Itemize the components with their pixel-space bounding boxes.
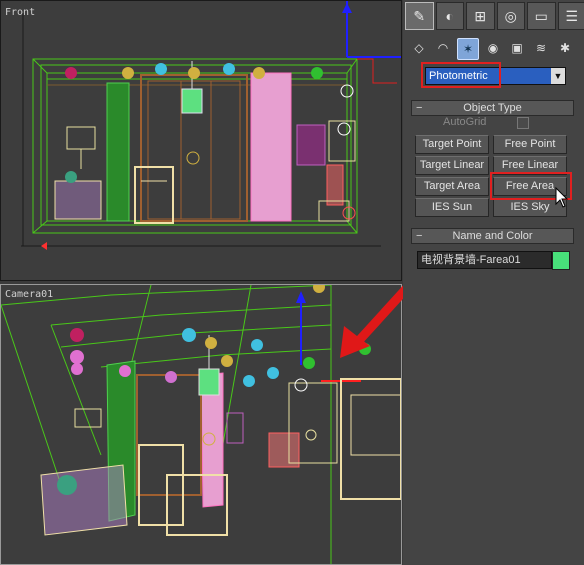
target-linear-button[interactable]: Target Linear	[415, 156, 489, 175]
motion-tab-icon[interactable]: ◎	[496, 2, 525, 30]
name-and-color-title: Name and Color	[452, 230, 533, 242]
autogrid-option[interactable]: AutoGrid	[443, 116, 563, 130]
ies-sun-button[interactable]: IES Sun	[415, 198, 489, 217]
viewport-label-front[interactable]: Front	[5, 7, 35, 18]
object-color-swatch[interactable]	[552, 251, 570, 270]
autogrid-checkbox[interactable]	[517, 117, 529, 129]
create-category-bar: ◇ ◠ ✶ ◉ ▣ ≋ ✱	[409, 38, 579, 60]
mouse-cursor-icon	[555, 187, 569, 208]
command-panel-tabs: ✎ ◐ ⊞ ◎ ▭ ☰	[403, 2, 584, 32]
target-point-button[interactable]: Target Point	[415, 135, 489, 154]
lights-icon[interactable]: ✶	[457, 38, 479, 60]
shapes-icon[interactable]: ◠	[433, 38, 453, 58]
modify-tab-icon[interactable]: ◐	[435, 2, 464, 30]
chevron-down-icon[interactable]: ▼	[551, 68, 565, 84]
object-type-rollout-header[interactable]: − Object Type	[411, 100, 574, 116]
hierarchy-tab-icon[interactable]: ⊞	[466, 2, 495, 30]
name-and-color-rollout-header[interactable]: − Name and Color	[411, 228, 574, 244]
target-area-button[interactable]: Target Area	[415, 177, 489, 196]
helpers-icon[interactable]: ▣	[507, 38, 527, 58]
cameras-icon[interactable]: ◉	[483, 38, 503, 58]
front-viewport[interactable]: Front	[0, 0, 402, 281]
command-panel: ✎ ◐ ⊞ ◎ ▭ ☰ ◇ ◠ ✶ ◉ ▣ ≋ ✱ Photometric ▼ …	[403, 0, 584, 565]
collapse-icon: −	[416, 230, 423, 242]
create-tab-icon[interactable]: ✎	[405, 2, 434, 30]
utilities-tab-icon[interactable]: ☰	[557, 2, 584, 30]
systems-icon[interactable]: ✱	[555, 38, 575, 58]
object-name-field[interactable]: 电视背景墙-Farea01	[417, 251, 552, 269]
geometry-icon[interactable]: ◇	[409, 38, 429, 58]
spacewarps-icon[interactable]: ≋	[531, 38, 551, 58]
front-viewport-wireframe	[21, 1, 401, 250]
object-type-title: Object Type	[463, 102, 522, 114]
viewport-label-camera[interactable]: Camera01	[5, 289, 53, 300]
collapse-icon: −	[416, 102, 423, 114]
display-tab-icon[interactable]: ▭	[527, 2, 556, 30]
dropdown-highlight	[421, 62, 501, 88]
autogrid-label: AutoGrid	[443, 116, 487, 128]
free-point-button[interactable]: Free Point	[493, 135, 567, 154]
